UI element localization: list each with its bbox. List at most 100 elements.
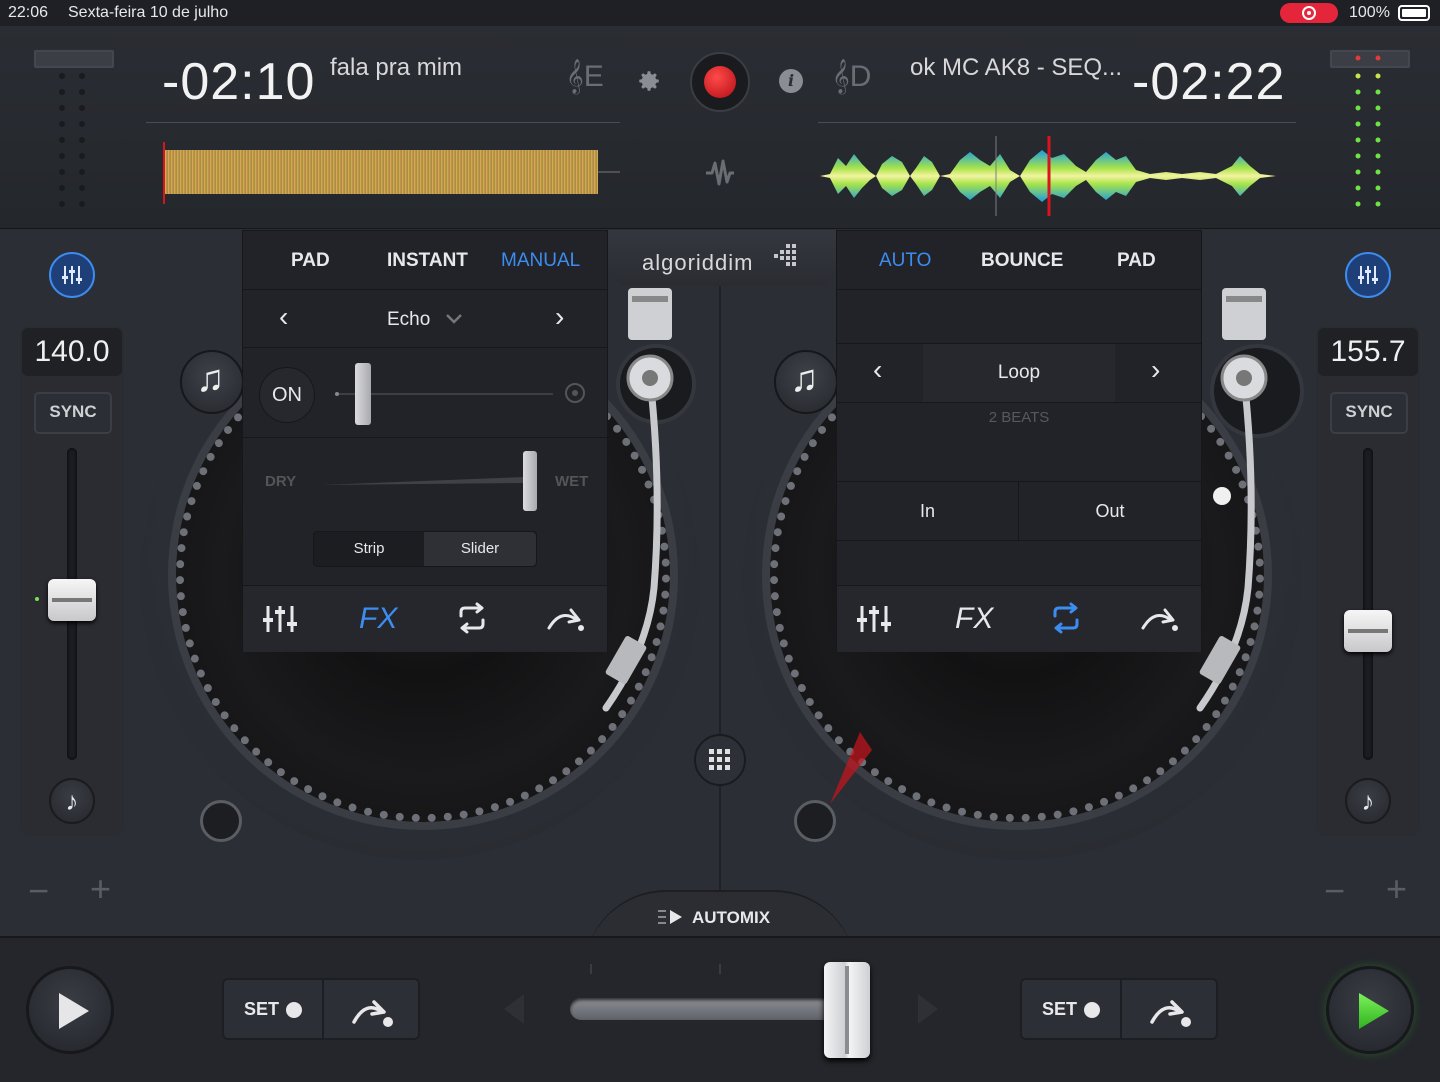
cue-dot-icon: [1084, 1002, 1100, 1018]
mixer-sliders-icon: [62, 266, 82, 284]
loop-name-box[interactable]: Loop: [923, 344, 1115, 402]
left-keylock-button[interactable]: ♪: [49, 778, 95, 824]
tab-pad[interactable]: PAD: [291, 250, 330, 272]
right-record-position-marker: [830, 732, 872, 804]
left-pitch-plus-button[interactable]: +: [90, 868, 111, 910]
crossfader-left-arrow[interactable]: [500, 992, 530, 1026]
automix-play-icon: [658, 910, 682, 924]
crossfader-handle[interactable]: [824, 962, 870, 1058]
right-key-display[interactable]: 𝄞D: [832, 60, 871, 94]
parameter-target-icon: [565, 383, 585, 403]
wet-label: WET: [555, 473, 589, 490]
right-tonearm-lift-button[interactable]: [794, 800, 836, 842]
loop-icon[interactable]: [455, 602, 489, 634]
right-pitch-plus-button[interactable]: +: [1386, 868, 1407, 910]
loop-length-label: 2 BEATS: [988, 409, 1050, 426]
tab-auto[interactable]: AUTO: [879, 250, 931, 272]
effect-parameter-row: ON: [243, 347, 607, 438]
dry-wet-ramp[interactable]: [321, 467, 531, 491]
left-bpm-display[interactable]: 140.0: [22, 328, 122, 376]
left-key-label: E: [583, 60, 604, 93]
left-cue-jump-icon[interactable]: [350, 994, 396, 1028]
left-waveform[interactable]: [162, 142, 622, 206]
crossfader-right-arrow[interactable]: [912, 992, 942, 1026]
cue-dot-icon: [286, 1002, 302, 1018]
fx-tab-icon[interactable]: FX: [359, 602, 397, 636]
loop-in-button[interactable]: In: [837, 482, 1019, 540]
right-play-button[interactable]: [1326, 966, 1414, 1054]
left-key-display[interactable]: 𝄞E: [566, 60, 604, 94]
waveform-toggle-icon[interactable]: [704, 158, 736, 188]
right-bpm-display[interactable]: 155.7: [1318, 328, 1418, 376]
right-waveform[interactable]: [820, 136, 1280, 216]
left-mixer-button[interactable]: [49, 252, 95, 298]
strip-mode-button[interactable]: Strip: [314, 532, 424, 566]
effect-name[interactable]: Echo: [387, 309, 430, 331]
music-note-icon: ♪: [1361, 786, 1375, 816]
left-sync-button[interactable]: SYNC: [34, 392, 112, 434]
prev-loop-button[interactable]: ‹: [873, 354, 882, 386]
effect-parameter-handle[interactable]: [355, 363, 371, 425]
center-divider: [719, 286, 721, 936]
effect-on-button[interactable]: ON: [259, 367, 315, 423]
left-header-divider: [146, 122, 620, 123]
tab-bounce[interactable]: BOUNCE: [981, 250, 1063, 272]
right-pitch-minus-button[interactable]: −: [1324, 870, 1345, 912]
left-pitch-minus-button[interactable]: −: [28, 870, 49, 912]
right-set-cue-button[interactable]: SET: [1022, 980, 1122, 1038]
tab-manual[interactable]: MANUAL: [501, 250, 580, 272]
transport-bar: SET SET: [0, 936, 1440, 1082]
left-set-label: SET: [244, 999, 280, 1019]
equalizer-icon[interactable]: [263, 604, 297, 634]
cue-jump-icon[interactable]: [1139, 604, 1179, 632]
dry-wet-handle[interactable]: [523, 451, 537, 511]
loop-icon[interactable]: [1049, 602, 1083, 634]
crossfader-handle-groove: [845, 966, 849, 1054]
settings-gear-icon[interactable]: [636, 68, 662, 94]
record-button[interactable]: [690, 52, 750, 112]
right-loop-tabs: AUTO BOUNCE PAD: [837, 231, 1201, 290]
chevron-down-icon[interactable]: [445, 313, 463, 325]
equalizer-icon[interactable]: [857, 604, 891, 634]
loop-out-button[interactable]: Out: [1019, 482, 1201, 540]
slider-mode-button[interactable]: Slider: [424, 532, 536, 566]
right-cue-group: SET: [1020, 978, 1218, 1040]
right-tonearm[interactable]: [1186, 288, 1296, 728]
left-play-button[interactable]: [26, 966, 114, 1054]
tab-pad[interactable]: PAD: [1117, 250, 1156, 272]
left-level-meter: [59, 73, 85, 207]
right-pitch-slider-handle[interactable]: [1344, 610, 1392, 653]
left-set-cue-button[interactable]: SET: [224, 980, 324, 1038]
sampler-grid-button[interactable]: [694, 734, 746, 786]
prev-effect-button[interactable]: ‹: [279, 301, 288, 333]
left-cue-group: SET: [222, 978, 420, 1040]
crossfader-tick-center: [719, 964, 721, 974]
cue-jump-icon[interactable]: [545, 604, 585, 632]
right-cue-jump-icon[interactable]: [1148, 994, 1194, 1028]
right-track-title[interactable]: ok MC AK8 - SEQ...: [910, 54, 1122, 82]
next-effect-button[interactable]: ›: [555, 301, 564, 333]
right-keylock-button[interactable]: ♪: [1345, 778, 1391, 824]
fx-tab-icon[interactable]: FX: [955, 602, 993, 636]
left-tonearm-lift-button[interactable]: [200, 800, 242, 842]
right-mixer-button[interactable]: [1345, 252, 1391, 298]
left-tonearm[interactable]: [592, 288, 702, 728]
right-add-track-button[interactable]: ♫: [774, 350, 838, 414]
status-time: 22:06: [8, 4, 49, 21]
tab-instant[interactable]: INSTANT: [387, 250, 468, 272]
battery-icon: [1398, 5, 1430, 21]
loop-in-out-row: In Out: [837, 481, 1201, 541]
music-add-icon: ♫: [790, 358, 819, 400]
screen-recording-indicator[interactable]: [1280, 3, 1338, 23]
next-loop-button[interactable]: ›: [1151, 354, 1160, 386]
left-add-track-button[interactable]: ♫: [180, 350, 244, 414]
info-icon[interactable]: i: [779, 69, 803, 93]
right-header-divider: [818, 122, 1296, 123]
left-track-title[interactable]: fala pra mim: [330, 54, 462, 82]
status-bar: 22:06 Sexta-feira 10 de julho 100%: [0, 0, 1440, 26]
right-sync-button[interactable]: SYNC: [1330, 392, 1408, 434]
left-pitch-slider-handle[interactable]: [48, 579, 96, 621]
left-fx-panel: PAD INSTANT MANUAL ‹ Echo › ON DRY WET S…: [242, 230, 608, 652]
right-pitch-track[interactable]: [1363, 448, 1373, 760]
crossfader-tick-left: [590, 964, 592, 974]
